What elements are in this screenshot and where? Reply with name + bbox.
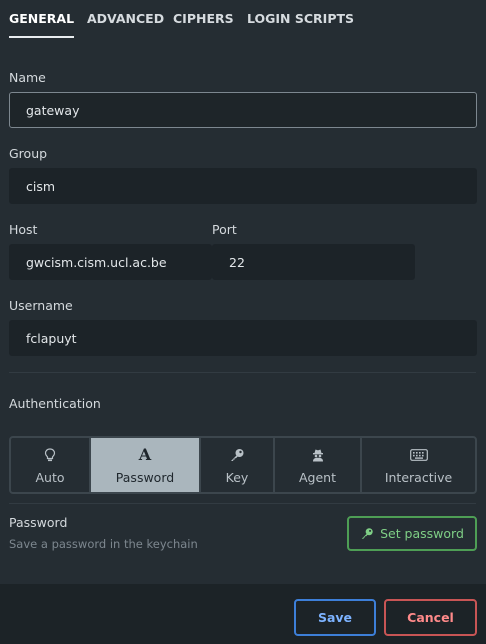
group-label: Group bbox=[9, 146, 48, 161]
auth-option-password[interactable]: A Password bbox=[91, 438, 201, 492]
auth-option-label: Interactive bbox=[384, 469, 453, 485]
letter-a-icon: A bbox=[138, 445, 152, 464]
set-password-button[interactable]: Set password bbox=[347, 516, 477, 551]
section-divider bbox=[9, 372, 476, 373]
name-label: Name bbox=[9, 70, 46, 85]
auth-option-label: Auto bbox=[35, 469, 65, 485]
tab-ciphers[interactable]: CIPHERS bbox=[173, 11, 234, 38]
tab-general[interactable]: GENERAL bbox=[9, 11, 75, 38]
dialog-footer: Save Cancel bbox=[0, 584, 486, 644]
auth-option-auto[interactable]: Auto bbox=[11, 438, 91, 492]
auth-option-agent[interactable]: Agent bbox=[275, 438, 362, 492]
save-button[interactable]: Save bbox=[294, 599, 376, 636]
tab-login-scripts[interactable]: LOGIN SCRIPTS bbox=[247, 11, 354, 38]
authentication-label: Authentication bbox=[9, 396, 101, 411]
auth-option-key[interactable]: Key bbox=[201, 438, 275, 492]
host-label: Host bbox=[9, 222, 38, 237]
agent-icon bbox=[311, 446, 325, 464]
password-hint: Save a password in the keychain bbox=[9, 537, 198, 551]
username-label: Username bbox=[9, 298, 73, 313]
connection-settings-dialog: GENERAL ADVANCED CIPHERS LOGIN SCRIPTS N… bbox=[0, 0, 486, 644]
keyboard-icon bbox=[409, 446, 428, 464]
auth-option-label: Password bbox=[115, 469, 175, 485]
auth-option-label: Key bbox=[225, 469, 249, 485]
lightbulb-icon bbox=[44, 446, 56, 464]
name-input[interactable] bbox=[9, 92, 477, 128]
cancel-button[interactable]: Cancel bbox=[384, 599, 477, 636]
port-label: Port bbox=[212, 222, 237, 237]
group-input[interactable] bbox=[9, 168, 477, 204]
password-label: Password bbox=[9, 515, 68, 530]
tab-advanced[interactable]: ADVANCED bbox=[87, 11, 164, 38]
authentication-method-selector: Auto A Password Key Agent Interactive bbox=[9, 436, 477, 494]
auth-option-label: Agent bbox=[299, 469, 336, 485]
port-input[interactable] bbox=[212, 244, 415, 280]
key-icon bbox=[361, 528, 373, 539]
auth-option-interactive[interactable]: Interactive bbox=[362, 438, 475, 492]
username-input[interactable] bbox=[9, 320, 477, 356]
tab-bar: GENERAL ADVANCED CIPHERS LOGIN SCRIPTS bbox=[0, 0, 486, 40]
section-divider bbox=[9, 503, 476, 504]
host-input[interactable] bbox=[9, 244, 212, 280]
set-password-label: Set password bbox=[380, 526, 464, 541]
key-icon bbox=[229, 446, 245, 464]
